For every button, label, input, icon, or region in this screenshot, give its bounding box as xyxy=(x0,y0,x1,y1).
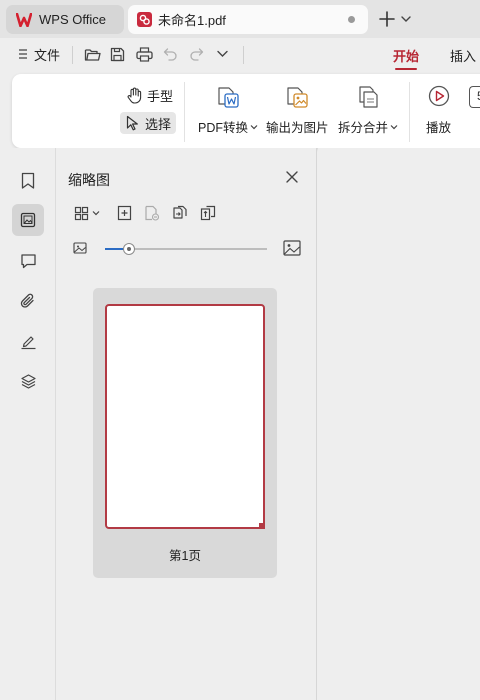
print-button[interactable] xyxy=(136,44,153,64)
thumbnail-layout-button[interactable] xyxy=(74,204,100,222)
grid-icon xyxy=(74,206,89,221)
export-image-label: 输出为图片 xyxy=(266,121,329,135)
title-tab-bar: WPS Office 未命名1.pdf xyxy=(0,0,480,38)
chevron-down-icon xyxy=(92,210,100,216)
pdf-file-icon xyxy=(137,12,152,27)
folder-open-icon xyxy=(84,47,101,62)
tab-home-label: WPS Office xyxy=(39,12,106,27)
replace-page-icon xyxy=(200,205,216,221)
tab-document[interactable]: 未命名1.pdf xyxy=(128,5,368,34)
layers-stack-icon xyxy=(20,373,37,390)
ribbon-toolbar: 手型 选择 PDF转换 输出为图片 拆分合并 播放 xyxy=(12,74,480,148)
thumbnail-panel: 缩略图 第1页 xyxy=(56,148,317,700)
partial-tool-button[interactable]: 5 xyxy=(469,86,480,108)
paperclip-icon xyxy=(20,293,36,310)
select-tool-button[interactable]: 选择 xyxy=(120,112,177,134)
ribbon-divider xyxy=(184,82,185,142)
pdf-convert-word-icon xyxy=(216,84,240,110)
quickbar-more-button[interactable] xyxy=(216,44,229,64)
ribbon-tab-insert[interactable]: 插入 xyxy=(450,46,476,65)
unsaved-dot-icon[interactable] xyxy=(348,16,355,23)
menu-lines-icon xyxy=(18,48,28,60)
extract-page-button[interactable] xyxy=(172,204,188,222)
document-canvas[interactable] xyxy=(318,148,480,700)
insert-page-button[interactable] xyxy=(117,204,132,222)
export-image-icon xyxy=(285,84,309,110)
page-thumbnail-card[interactable]: 第1页 xyxy=(93,288,277,578)
page-thumbnail[interactable] xyxy=(105,304,265,529)
quickbar-divider xyxy=(72,46,73,64)
page-label: 第1页 xyxy=(169,549,201,563)
new-tab-plus-icon[interactable] xyxy=(377,9,397,29)
pdf-convert-button[interactable]: PDF转换 xyxy=(198,84,258,136)
hand-tool-label: 手型 xyxy=(147,88,174,104)
hand-tool-button[interactable]: 手型 xyxy=(121,84,178,106)
quickbar-divider xyxy=(243,46,244,64)
split-merge-label: 拆分合并 xyxy=(338,121,389,135)
extract-page-icon xyxy=(172,205,188,221)
file-menu-button[interactable]: 文件 xyxy=(18,44,60,64)
delete-page-icon xyxy=(144,205,160,221)
panel-title: 缩略图 xyxy=(68,172,110,188)
redo-icon xyxy=(189,47,204,61)
signature-button[interactable] xyxy=(12,325,44,357)
pdf-convert-label-wrap: PDF转换 xyxy=(198,117,258,136)
comment-bubble-icon xyxy=(20,253,37,269)
play-button[interactable]: 播放 xyxy=(426,84,451,136)
pdf-convert-label: PDF转换 xyxy=(198,121,249,135)
split-merge-icon xyxy=(356,84,380,110)
add-page-icon xyxy=(117,205,132,221)
ribbon-tab-start[interactable]: 开始 xyxy=(393,46,419,70)
close-icon[interactable] xyxy=(284,169,300,185)
slider-knob[interactable] xyxy=(123,243,136,255)
dropdown-caret-icon xyxy=(250,124,258,129)
cursor-arrow-icon xyxy=(125,115,141,131)
chevron-down-icon xyxy=(216,49,229,59)
select-tool-label: 选择 xyxy=(145,116,172,132)
zoom-in-image-icon[interactable] xyxy=(283,240,301,256)
undo-button[interactable] xyxy=(163,44,178,64)
ribbon-divider xyxy=(409,82,410,142)
split-merge-button[interactable]: 拆分合并 xyxy=(338,84,398,136)
play-circle-icon xyxy=(427,84,451,110)
selection-corner-marker xyxy=(259,523,265,529)
signature-pen-icon xyxy=(20,333,37,350)
thumbnail-image-icon xyxy=(20,212,36,228)
comments-button[interactable] xyxy=(12,245,44,277)
save-button[interactable] xyxy=(110,44,125,64)
tab-wps-home[interactable]: WPS Office xyxy=(6,5,124,34)
left-sidebar-rail xyxy=(0,148,56,700)
printer-icon xyxy=(136,46,153,62)
undo-icon xyxy=(163,47,178,61)
replace-page-button[interactable] xyxy=(200,204,216,222)
dropdown-caret-icon xyxy=(390,124,398,129)
thumbnail-button[interactable] xyxy=(12,204,44,236)
layers-button[interactable] xyxy=(12,365,44,397)
thumbnail-zoom-slider[interactable] xyxy=(105,243,267,255)
file-menu-label: 文件 xyxy=(34,47,61,63)
play-label: 播放 xyxy=(426,121,452,135)
open-folder-button[interactable] xyxy=(84,44,101,64)
zoom-out-image-icon[interactable] xyxy=(72,241,88,255)
tab-list-chevron-icon[interactable] xyxy=(400,12,412,26)
bookmark-icon xyxy=(20,172,36,190)
wps-logo-icon xyxy=(16,12,32,27)
attachments-button[interactable] xyxy=(12,285,44,317)
save-disk-icon xyxy=(110,47,125,62)
bookmark-button[interactable] xyxy=(12,165,44,197)
export-image-button[interactable]: 输出为图片 xyxy=(266,84,329,136)
hand-icon xyxy=(126,87,143,104)
tab-document-label: 未命名1.pdf xyxy=(158,13,226,28)
split-merge-label-wrap: 拆分合并 xyxy=(338,117,398,136)
delete-page-button[interactable] xyxy=(144,204,160,222)
redo-button[interactable] xyxy=(189,44,204,64)
